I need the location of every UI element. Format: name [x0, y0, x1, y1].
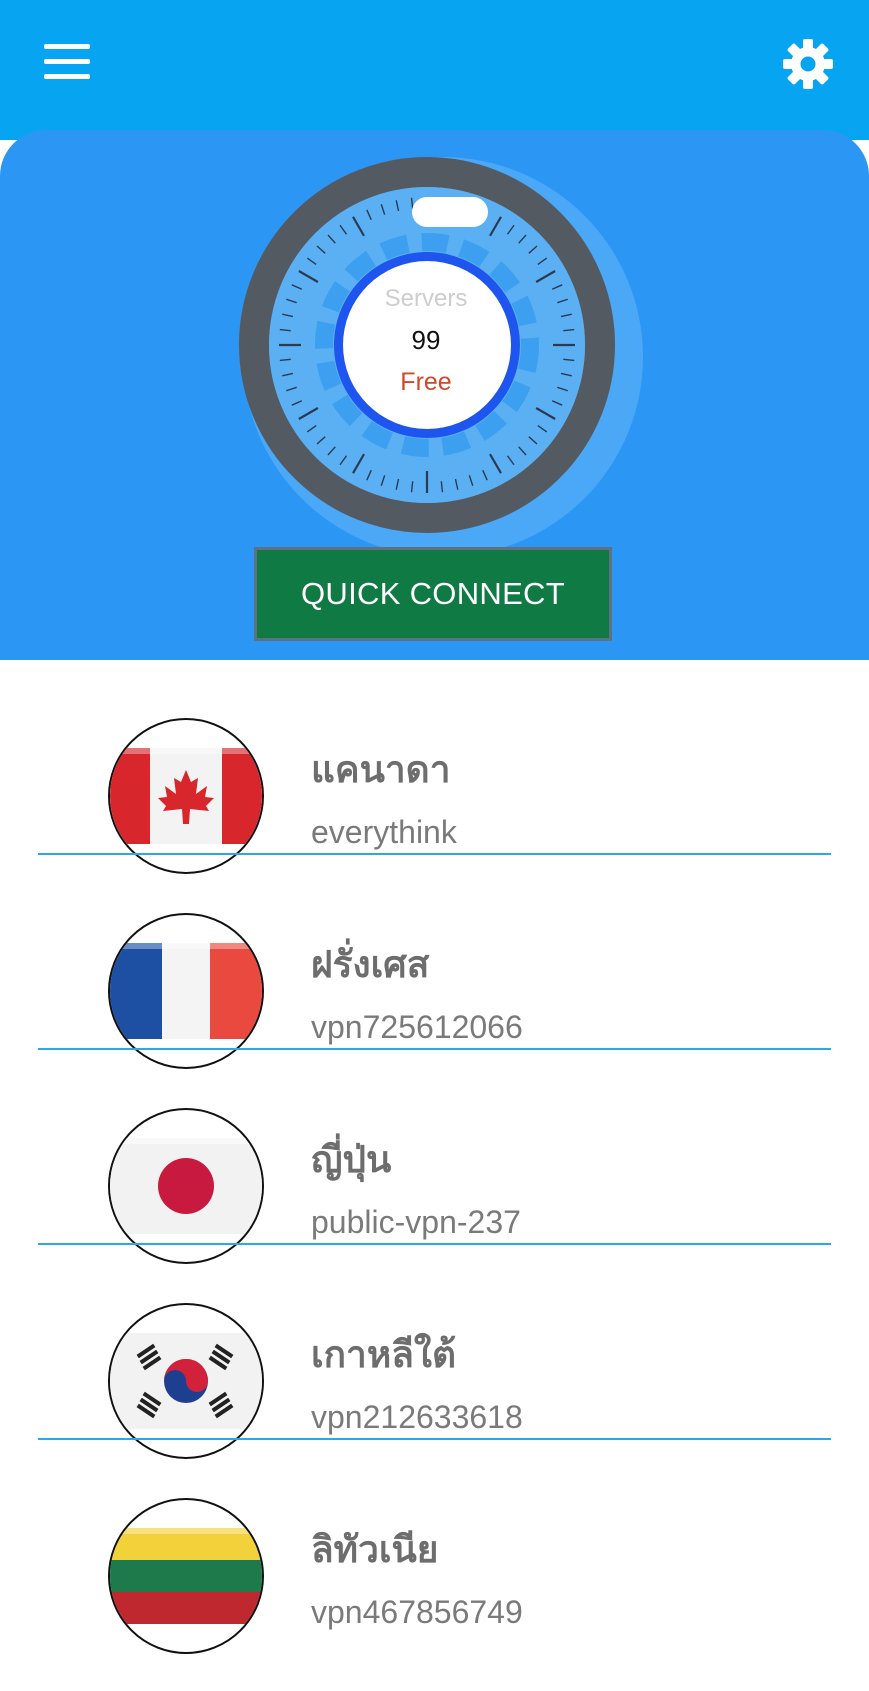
south-korea-flag-icon: [108, 1303, 264, 1459]
server-name: everythink: [311, 814, 457, 850]
server-name: vpn212633618: [311, 1399, 523, 1435]
gear-icon[interactable]: [780, 36, 836, 92]
list-item[interactable]: แคนาดา everythink: [38, 660, 831, 874]
country-name: ญี่ปุ่น: [311, 1138, 392, 1181]
server-name: vpn467856749: [311, 1594, 523, 1630]
server-gauge: Servers 99 Free: [228, 152, 646, 562]
server-name: public-vpn-237: [311, 1204, 521, 1240]
japan-flag-icon: [108, 1108, 264, 1264]
france-flag-icon: [108, 913, 264, 1069]
country-name: แคนาดา: [311, 748, 451, 791]
list-item[interactable]: ฝรั่งเศส vpn725612066: [38, 855, 831, 1069]
top-app-bar: [0, 0, 869, 140]
hamburger-menu-icon[interactable]: [40, 40, 94, 84]
canada-flag-icon: [108, 718, 264, 874]
country-name: เกาหลีใต้: [311, 1333, 456, 1376]
list-item[interactable]: ลิทัวเนีย vpn467856749: [38, 1440, 831, 1654]
lithuania-flag-icon: [108, 1498, 264, 1654]
country-name: ฝรั่งเศส: [311, 943, 430, 986]
list-item[interactable]: เกาหลีใต้ vpn212633618: [38, 1245, 831, 1459]
server-name: vpn725612066: [311, 1009, 523, 1045]
list-item[interactable]: ญี่ปุ่น public-vpn-237: [38, 1050, 831, 1264]
server-list: แคนาดา everythink ฝรั่งเศส vpn725612066 …: [0, 660, 869, 1691]
gauge-server-count: 99: [412, 325, 441, 355]
gauge-plan-label: Free: [400, 368, 451, 396]
country-name: ลิทัวเนีย: [311, 1528, 439, 1571]
gauge-servers-label: Servers: [385, 285, 468, 312]
quick-connect-button[interactable]: QUICK CONNECT: [254, 547, 612, 641]
